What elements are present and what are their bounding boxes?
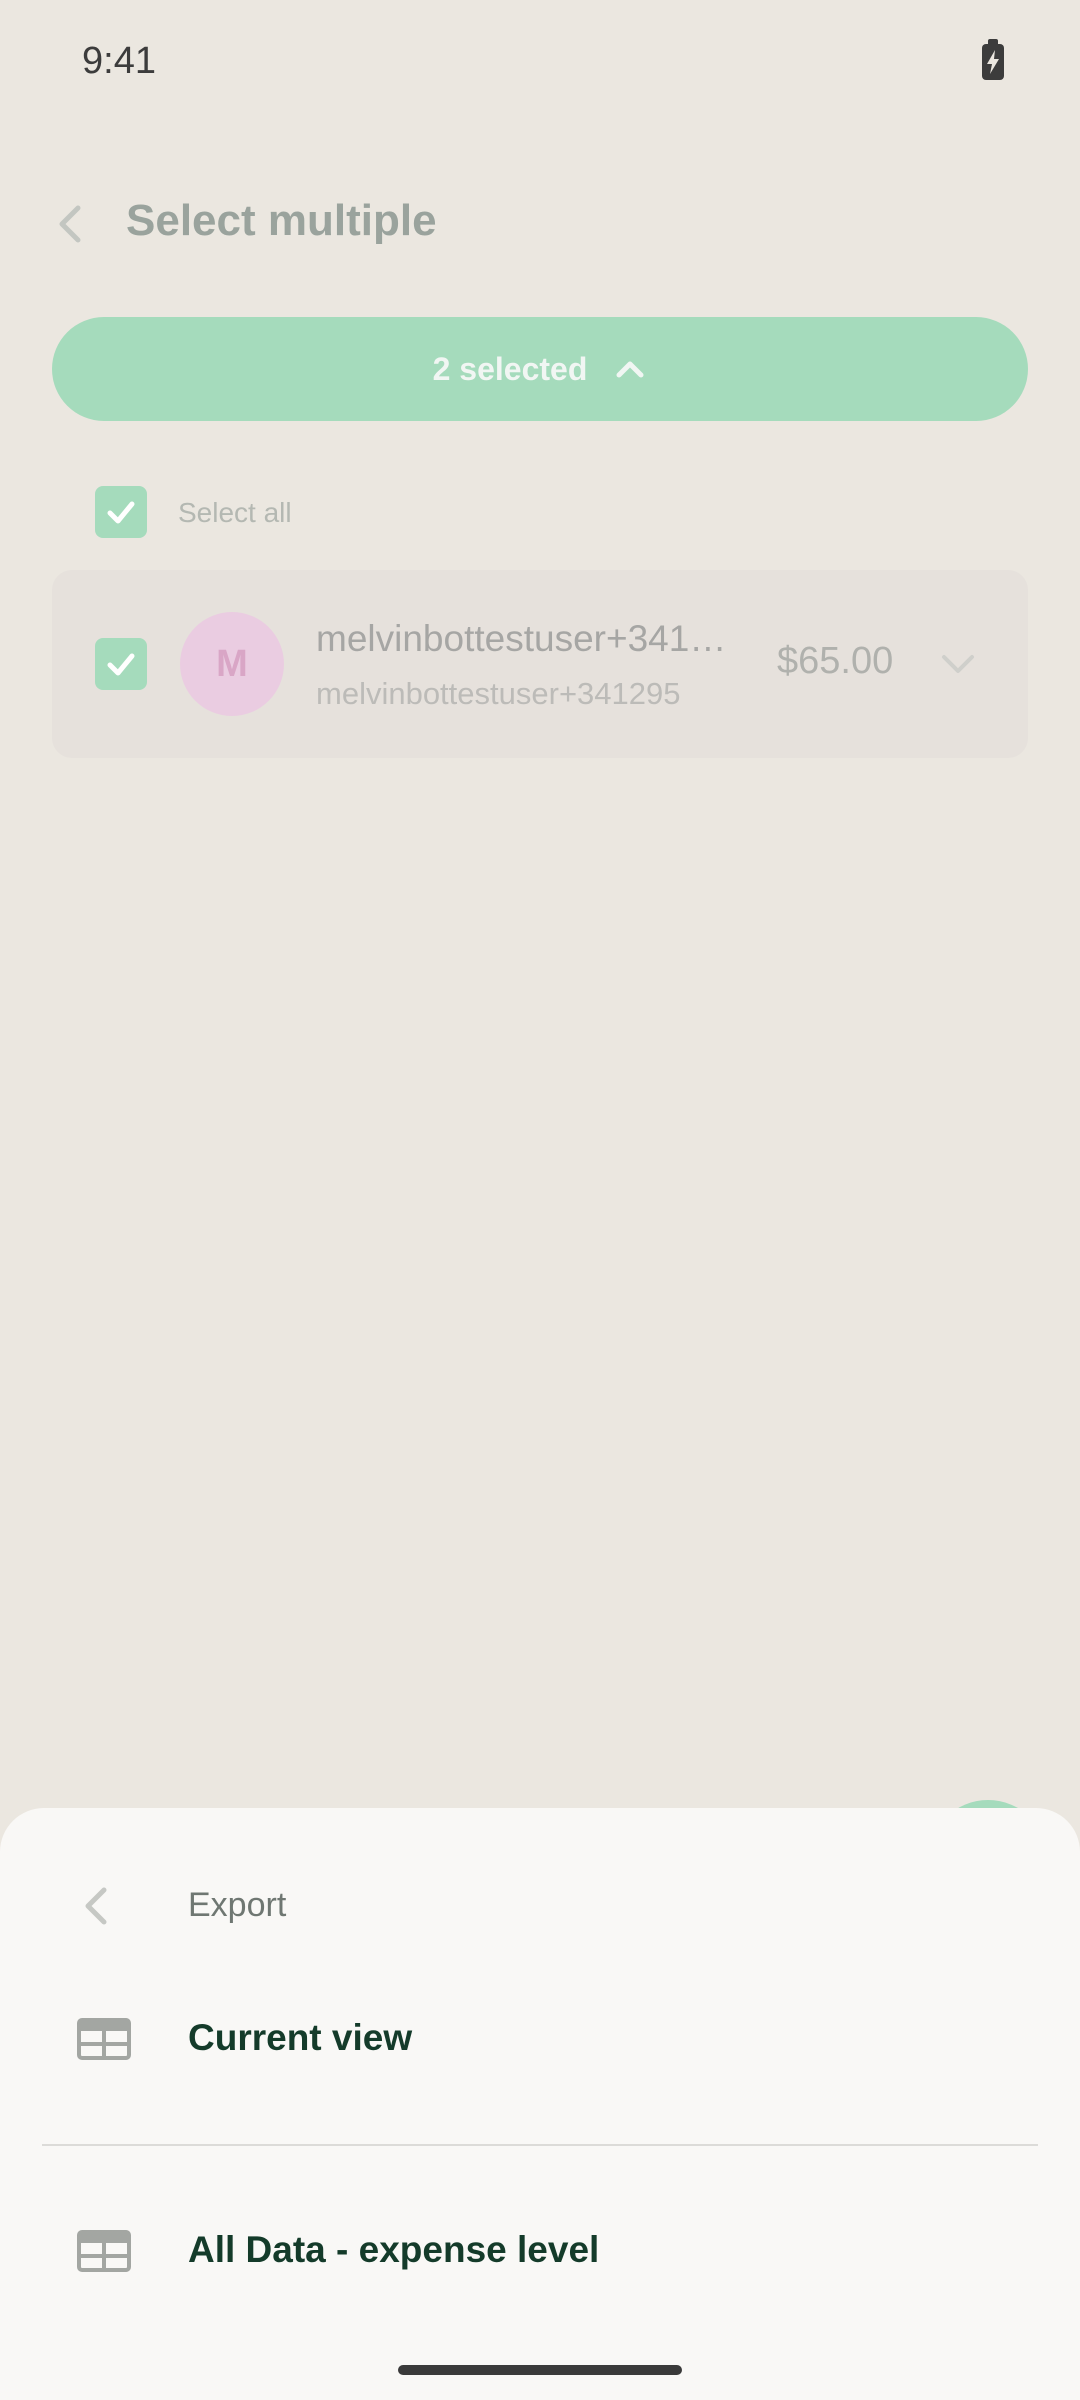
export-option-current-view[interactable]: Current view: [0, 1981, 1080, 2101]
option-label: Current view: [188, 2017, 413, 2058]
select-all-checkbox[interactable]: [95, 486, 147, 538]
avatar: M: [180, 612, 284, 716]
home-indicator[interactable]: [398, 2365, 682, 2375]
row-subtitle: melvinbottestuser+341295: [316, 676, 681, 711]
check-icon: [107, 501, 135, 524]
row-amount: $65.00: [777, 640, 894, 682]
chevron-down-icon: [942, 655, 974, 673]
option-label: All Data - expense level: [188, 2229, 600, 2270]
status-bar: 9:41: [0, 0, 1080, 128]
select-all-label: Select all: [178, 497, 292, 528]
table-icon: [77, 2018, 131, 2060]
divider: [42, 2144, 1038, 2146]
check-icon: [107, 653, 135, 676]
sheet-title: Export: [188, 1886, 287, 1924]
export-bottom-sheet: Export Current view All Data - expense l…: [0, 1808, 1080, 2400]
chevron-left-icon: [59, 205, 81, 243]
battery-icon: [982, 39, 1004, 80]
sheet-back-button[interactable]: [70, 1878, 126, 1934]
selection-count-label: 2 selected: [432, 350, 588, 387]
row-title: melvinbottestuser+341295: [316, 618, 736, 659]
selection-summary-button[interactable]: 2 selected: [52, 317, 1028, 421]
expense-row[interactable]: M melvinbottestuser+341295 melvinbottest…: [52, 570, 1028, 758]
export-option-all-data[interactable]: All Data - expense level: [0, 2193, 1080, 2313]
page-title: Select multiple: [126, 196, 437, 245]
top-app-bar: Select multiple: [0, 170, 1080, 280]
back-button[interactable]: [44, 196, 100, 252]
table-icon: [77, 2230, 131, 2272]
status-time: 9:41: [82, 40, 156, 82]
chevron-left-icon: [85, 1887, 107, 1925]
row-checkbox[interactable]: [95, 638, 147, 690]
chevron-up-icon: [616, 361, 644, 378]
row-expand-button[interactable]: [936, 642, 980, 686]
